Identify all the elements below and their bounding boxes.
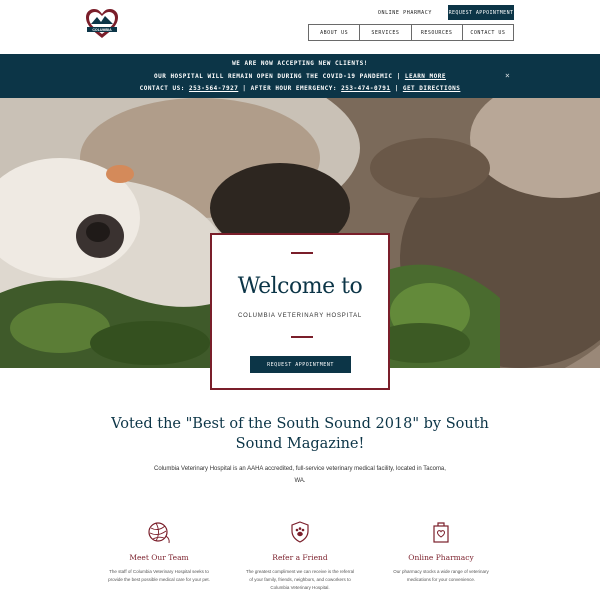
feature-description: The greatest compliment we can receive i… — [245, 569, 355, 590]
banner-headline: WE ARE NOW ACCEPTING NEW CLIENTS! — [232, 60, 368, 67]
request-appointment-button[interactable]: REQUEST APPOINTMENT — [448, 5, 514, 20]
emergency-phone-link[interactable]: 253-474-0791 — [341, 85, 390, 92]
card-divider-top — [291, 252, 313, 254]
feature-description: Our pharmacy stocks a wide range of vete… — [393, 569, 489, 582]
pharmacy-bag-icon — [433, 522, 449, 543]
feature-title: Meet Our Team — [129, 553, 189, 562]
feature-refer-a-friend[interactable]: Refer a Friend The greatest compliment w… — [240, 520, 360, 592]
nav-services[interactable]: SERVICES — [360, 25, 412, 40]
get-directions-link[interactable]: GET DIRECTIONS — [403, 85, 461, 92]
banner-covid-text: OUR HOSPITAL WILL REMAIN OPEN DURING THE… — [154, 73, 405, 80]
logo-text: COLUMBIA — [92, 28, 112, 32]
main-nav: ABOUT US SERVICES RESOURCES CONTACT US — [308, 24, 514, 41]
nav-about-us[interactable]: ABOUT US — [309, 25, 361, 40]
contact-prefix: CONTACT US: — [139, 85, 189, 92]
yarn-ball-icon — [148, 522, 170, 544]
separator: | — [390, 85, 403, 92]
close-icon[interactable]: × — [505, 71, 510, 80]
feature-title: Refer a Friend — [272, 553, 328, 562]
banner-contact-line: CONTACT US: 253-564-7927 | AFTER HOUR EM… — [0, 85, 600, 92]
feature-meet-our-team[interactable]: Meet Our Team The staff of Columbia Vete… — [99, 520, 219, 584]
feature-online-pharmacy[interactable]: Online Pharmacy Our pharmacy stocks a wi… — [381, 520, 501, 584]
logo[interactable]: COLUMBIA — [84, 8, 120, 40]
nav-resources[interactable]: RESOURCES — [412, 25, 463, 40]
welcome-card: Welcome to COLUMBIA VETERINARY HOSPITAL … — [210, 233, 390, 390]
card-divider-bottom — [291, 336, 313, 338]
contact-phone-link[interactable]: 253-564-7927 — [189, 85, 238, 92]
learn-more-link[interactable]: LEARN MORE — [405, 73, 446, 80]
feature-description: The staff of Columbia Veterinary Hospita… — [108, 569, 210, 582]
hero-request-appointment-button[interactable]: REQUEST APPOINTMENT — [250, 356, 351, 373]
nav-contact-us[interactable]: CONTACT US — [463, 25, 513, 40]
about-text: Columbia Veterinary Hospital is an AAHA … — [154, 466, 446, 484]
paw-heart-icon — [291, 521, 309, 543]
voted-heading: Voted the "Best of the South Sound 2018"… — [111, 416, 489, 452]
welcome-subtitle: COLUMBIA VETERINARY HOSPITAL — [237, 313, 363, 319]
feature-title: Online Pharmacy — [408, 553, 474, 562]
after-hours-prefix: | AFTER HOUR EMERGENCY: — [238, 85, 342, 92]
welcome-title: Welcome to — [237, 274, 363, 299]
online-pharmacy-link[interactable]: ONLINE PHARMACY — [370, 10, 440, 16]
announcement-banner: WE ARE NOW ACCEPTING NEW CLIENTS! OUR HO… — [0, 54, 600, 98]
